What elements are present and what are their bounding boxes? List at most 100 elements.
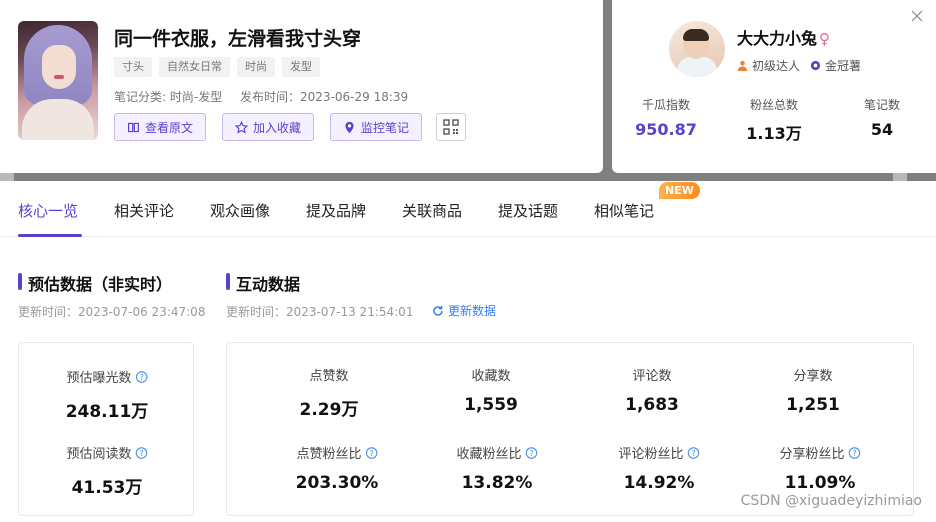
estimate-updated-time: 更新时间：2023-07-06 23:47:08 (18, 305, 206, 319)
refresh-icon (433, 305, 443, 316)
author-badges: 初级达人 金冠薯 (737, 57, 861, 74)
metric-value: 1,251 (786, 395, 840, 415)
monitor-note-label: 监控笔记 (361, 120, 410, 135)
view-original-button[interactable]: 查看原文 (114, 113, 207, 141)
help-icon[interactable]: ? (365, 446, 378, 459)
stat-label: 千瓜指数 (641, 98, 690, 112)
help-icon[interactable]: ? (848, 446, 861, 459)
level-badge-label: 初级达人 (752, 59, 801, 73)
star-icon (235, 120, 249, 133)
metric-favorites-fans-ratio: 收藏粉丝比 ? 13.82% (456, 443, 538, 493)
estimate-section-title: 预估数据（非实时） (18, 271, 172, 295)
metric-value: 1,683 (625, 395, 679, 415)
note-tag: 自然女日常 (159, 57, 230, 77)
metric-value: 2.29万 (299, 400, 359, 420)
crown-badge: 金冠薯 (810, 57, 861, 74)
note-tag: 发型 (282, 57, 320, 77)
crown-icon (810, 60, 821, 71)
metric-shares-fans-ratio: 分享粉丝比 ? 11.09% (779, 443, 861, 493)
tab-mentioned-brands[interactable]: 提及品牌 (306, 200, 366, 221)
note-cover-image[interactable] (18, 21, 98, 140)
metric-value: 14.92% (623, 473, 695, 493)
note-meta: 笔记分类: 时尚-发型 发布时间：2023-06-29 18:39 (114, 88, 408, 105)
metric-est-reads: 预估阅读数 ? 41.53万 (66, 443, 148, 498)
help-icon[interactable]: ? (525, 446, 538, 459)
help-icon[interactable]: ? (687, 446, 700, 459)
stat-value: 950.87 (635, 120, 697, 139)
person-icon (737, 60, 748, 71)
stat-value: 54 (870, 120, 894, 139)
qrcode-button[interactable] (436, 113, 466, 141)
stat-label: 笔记数 (863, 98, 900, 112)
level-badge: 初级达人 (737, 57, 800, 74)
backdrop-strip (0, 173, 14, 181)
author-avatar[interactable] (669, 21, 725, 77)
stat-qiangua-index: 千瓜指数 950.87 (612, 96, 720, 144)
metric-value: 13.82% (461, 473, 533, 493)
note-tag: 寸头 (114, 57, 152, 77)
metric-comments: 评论数 1,683 (625, 365, 679, 415)
note-category: 笔记分类: 时尚-发型 (114, 90, 223, 104)
estimate-card: 预估曝光数 ? 248.11万 预估阅读数 ? 41.53万 (18, 342, 194, 516)
metric-value: 11.09% (784, 473, 856, 493)
metric-label: 评论粉丝比 (618, 447, 684, 462)
watermark: CSDN @xiguadeyizhimiao (740, 493, 922, 509)
tab-related-products[interactable]: 关联商品 (402, 200, 462, 221)
active-tab-indicator (18, 234, 82, 237)
stat-label: 粉丝总数 (749, 98, 798, 112)
metric-favorites: 收藏数 1,559 (464, 365, 518, 415)
note-tags: 寸头 自然女日常 时尚 发型 (114, 57, 320, 77)
metric-label: 收藏粉丝比 (456, 447, 522, 462)
svg-text:?: ? (139, 449, 143, 458)
svg-text:?: ? (369, 449, 373, 458)
add-favorite-label: 加入收藏 (253, 120, 302, 135)
add-favorite-button[interactable]: 加入收藏 (222, 113, 315, 141)
interaction-section-title: 互动数据 (226, 271, 300, 295)
tab-bar: 核心一览 相关评论 观众画像 提及品牌 关联商品 提及话题 相似笔记 NEW (0, 181, 936, 237)
note-actions: 查看原文 加入收藏 监控笔记 (114, 113, 423, 141)
metric-value: 1,559 (464, 395, 518, 415)
note-info-card: 同一件衣服，左滑看我寸头穿 寸头 自然女日常 时尚 发型 笔记分类: 时尚-发型… (0, 0, 603, 173)
tab-audience-profile[interactable]: 观众画像 (210, 200, 270, 221)
svg-text:?: ? (139, 373, 143, 382)
metric-likes: 点赞数 2.29万 (300, 365, 359, 420)
metric-label: 预估曝光数 (66, 371, 132, 386)
qrcode-icon (443, 119, 459, 135)
metric-est-exposure: 预估曝光数 ? 248.11万 (65, 367, 149, 422)
note-title: 同一件衣服，左滑看我寸头穿 (114, 28, 362, 50)
refresh-data-button[interactable]: 更新数据 (432, 302, 496, 319)
author-card: 大大力小兔 ♀ 初级达人 金冠薯 千瓜指数 950.87 粉丝总数 1.13万 笔… (612, 0, 936, 173)
metric-label: 点赞粉丝比 (296, 447, 362, 462)
new-badge: NEW (659, 182, 700, 199)
metric-likes-fans-ratio: 点赞粉丝比 ? 203.30% (295, 443, 379, 493)
close-icon[interactable] (910, 9, 924, 23)
metric-comments-fans-ratio: 评论粉丝比 ? 14.92% (618, 443, 700, 493)
author-stats: 千瓜指数 950.87 粉丝总数 1.13万 笔记数 54 (612, 96, 936, 144)
stat-value: 1.13万 (746, 124, 802, 143)
help-icon[interactable]: ? (135, 446, 148, 459)
backdrop-strip (893, 173, 907, 181)
metric-label: 预估阅读数 (66, 447, 132, 462)
svg-text:?: ? (529, 449, 533, 458)
author-name-row: 大大力小兔 ♀ (737, 25, 830, 49)
monitor-note-button[interactable]: 监控笔记 (330, 113, 423, 141)
tab-similar-notes[interactable]: 相似笔记 (594, 200, 654, 221)
metric-label: 评论数 (632, 369, 672, 384)
interaction-card: 点赞数 2.29万 收藏数 1,559 评论数 1,683 分享数 1,251 … (226, 342, 914, 516)
note-publish-time: 发布时间：2023-06-29 18:39 (240, 90, 409, 104)
author-name[interactable]: 大大力小兔 (737, 29, 817, 48)
tab-related-comments[interactable]: 相关评论 (114, 200, 174, 221)
interaction-updated-time: 更新时间：2023-07-13 21:54:01 (226, 305, 414, 319)
metric-value: 248.11万 (65, 402, 149, 422)
metric-label: 分享数 (793, 369, 833, 384)
metric-value: 41.53万 (71, 478, 143, 498)
tab-mentioned-topics[interactable]: 提及话题 (498, 200, 558, 221)
refresh-data-label: 更新数据 (448, 304, 497, 318)
svg-text:?: ? (852, 449, 856, 458)
tab-core-overview[interactable]: 核心一览 (18, 200, 78, 221)
metric-value: 203.30% (295, 473, 379, 493)
note-tag: 时尚 (237, 57, 275, 77)
help-icon[interactable]: ? (135, 370, 148, 383)
metric-label: 分享粉丝比 (779, 447, 845, 462)
location-pin-icon (345, 121, 354, 133)
